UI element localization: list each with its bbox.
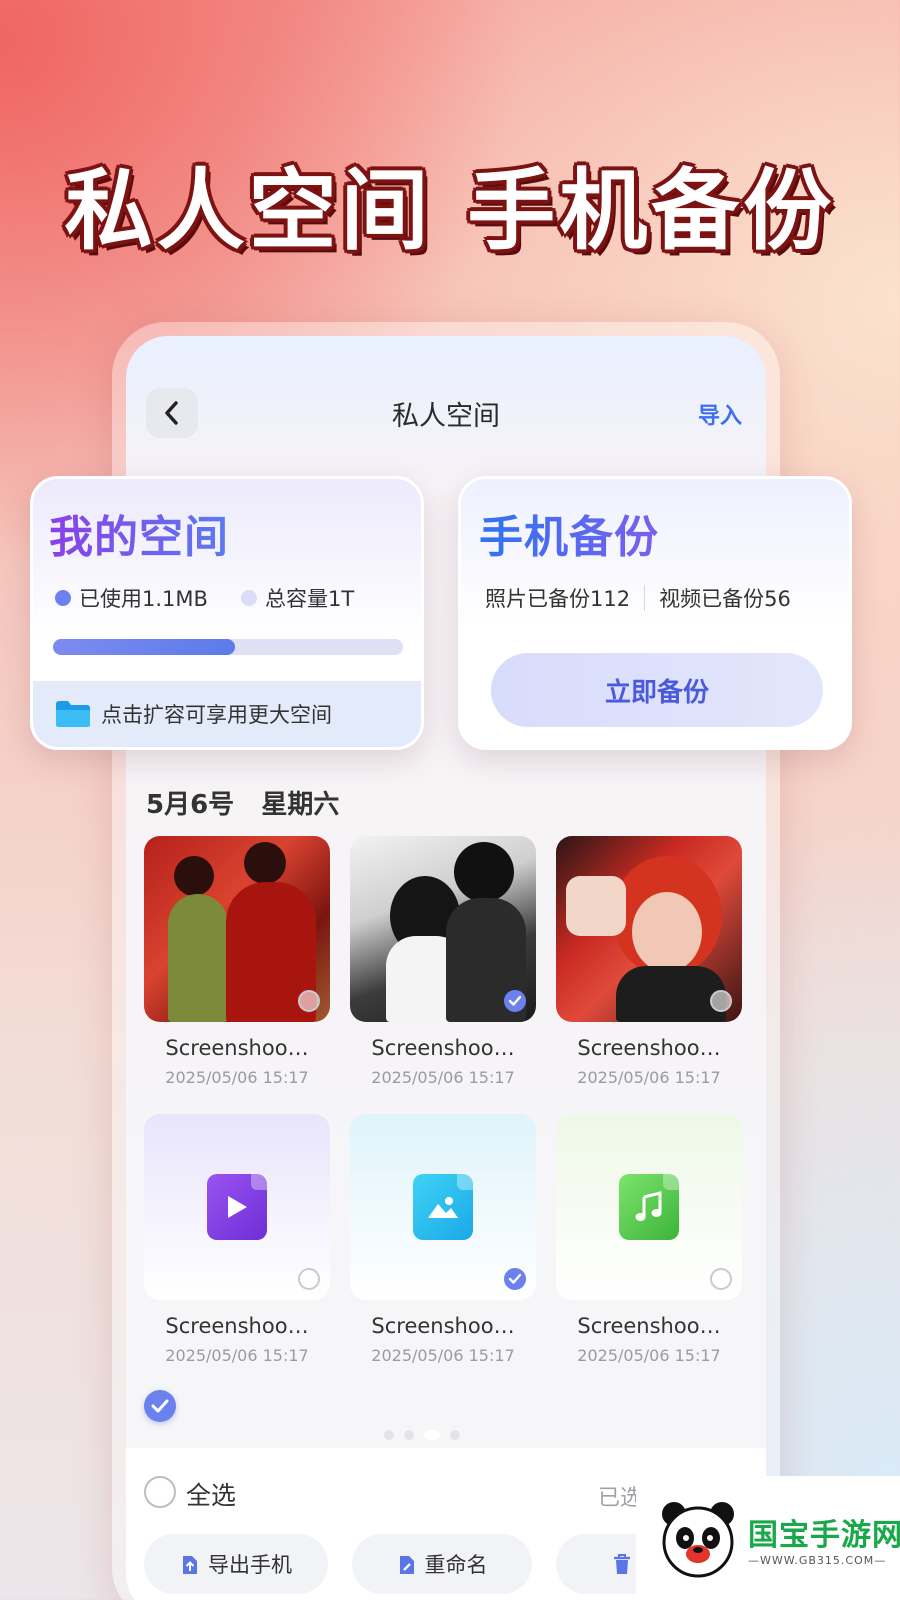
export-icon (183, 1556, 197, 1574)
audio-file-icon (619, 1174, 679, 1240)
rename-icon (399, 1556, 414, 1574)
select-checkbox[interactable] (710, 1268, 732, 1290)
phone-backup-card[interactable]: 手机备份 照片已备份112 视频已备份56 立即备份 (458, 476, 852, 750)
site-watermark: 国宝手游网 —WWW.GB315.COM— (636, 1476, 900, 1600)
folder-icon (55, 700, 91, 728)
total-dot (241, 590, 257, 606)
grid-item[interactable]: Screenshoo… 2025/05/06 15:17 (144, 1114, 330, 1365)
my-space-title: 我的空间 (49, 501, 229, 565)
file-thumbnail[interactable] (144, 1114, 330, 1300)
landscape-icon (428, 1197, 458, 1218)
expand-storage-link[interactable]: 点击扩容可享用更大空间 (33, 681, 421, 747)
panda-logo-icon (656, 1496, 740, 1580)
select-all-label[interactable]: 全选 (186, 1476, 236, 1512)
select-checkbox[interactable] (298, 990, 320, 1012)
rename-button[interactable]: 重命名 (352, 1534, 532, 1594)
select-checkbox[interactable] (710, 990, 732, 1012)
export-label: 导出手机 (208, 1553, 292, 1577)
item-name: Screenshoo… (577, 1314, 721, 1338)
date-header: 5月6号 星期六 (146, 790, 340, 820)
total-legend: 总容量1T (241, 583, 354, 613)
item-date: 2025/05/06 15:17 (165, 1068, 309, 1087)
page-dot (450, 1430, 460, 1440)
item-name: Screenshoo… (577, 1036, 721, 1060)
my-space-card[interactable]: 我的空间 已使用1.1MB 总容量1T 点击扩容可享用更大空间 (30, 476, 424, 750)
watermark-url: —WWW.GB315.COM— (748, 1553, 887, 1567)
total-label: 总容量1T (265, 587, 355, 611)
grid-item[interactable]: Screenshoo… 2025/05/06 15:17 (144, 836, 330, 1087)
select-checkbox[interactable] (504, 990, 526, 1012)
play-icon (228, 1196, 247, 1218)
item-date: 2025/05/06 15:17 (165, 1346, 309, 1365)
photo-thumbnail[interactable] (350, 836, 536, 1022)
videos-backed-up: 视频已备份56 (659, 587, 791, 611)
backup-stats: 照片已备份112 视频已备份56 (485, 583, 791, 613)
grid-item[interactable]: Screenshoo… 2025/05/06 15:17 (556, 836, 742, 1087)
grid-item[interactable]: Screenshoo… 2025/05/06 15:17 (556, 1114, 742, 1365)
item-name: Screenshoo… (165, 1314, 309, 1338)
item-date: 2025/05/06 15:17 (577, 1068, 721, 1087)
check-icon (508, 1273, 522, 1284)
export-button[interactable]: 导出手机 (144, 1534, 328, 1594)
grid-item[interactable]: Screenshoo… 2025/05/06 15:17 (350, 836, 536, 1087)
page-indicator (384, 1430, 460, 1440)
select-checkbox[interactable] (504, 1268, 526, 1290)
floating-check-button[interactable] (144, 1390, 176, 1422)
used-dot (55, 590, 71, 606)
file-thumbnail[interactable] (556, 1114, 742, 1300)
item-date: 2025/05/06 15:17 (577, 1346, 721, 1365)
page-dot-active (424, 1430, 440, 1440)
rename-label: 重命名 (424, 1553, 488, 1577)
photo-thumbnail[interactable] (144, 836, 330, 1022)
item-name: Screenshoo… (165, 1036, 309, 1060)
select-checkbox[interactable] (298, 1268, 320, 1290)
used-label: 已使用1.1MB (79, 587, 208, 611)
file-thumbnail[interactable] (350, 1114, 536, 1300)
page-title: 私人空间 (392, 401, 500, 432)
backup-now-button[interactable]: 立即备份 (491, 653, 823, 727)
item-date: 2025/05/06 15:17 (371, 1346, 515, 1365)
watermark-text: 国宝手游网 —WWW.GB315.COM— (748, 1510, 900, 1567)
promo-headline: 私人空间 手机备份 (64, 159, 836, 262)
storage-progress-fill (53, 639, 235, 655)
used-legend: 已使用1.1MB (55, 583, 208, 613)
watermark-name: 国宝手游网 (748, 1517, 900, 1553)
select-all-checkbox[interactable] (144, 1476, 176, 1508)
photos-backed-up: 照片已备份112 (485, 587, 631, 611)
grid-item[interactable]: Screenshoo… 2025/05/06 15:17 (350, 1114, 536, 1365)
import-button[interactable]: 导入 (698, 398, 742, 430)
check-icon (151, 1399, 169, 1413)
item-date: 2025/05/06 15:17 (371, 1068, 515, 1087)
image-file-icon (413, 1174, 473, 1240)
phone-backup-title: 手机备份 (479, 501, 659, 565)
storage-progress-bar (53, 639, 403, 655)
item-name: Screenshoo… (371, 1314, 515, 1338)
video-file-icon (207, 1174, 267, 1240)
delete-icon (614, 1554, 630, 1574)
photo-thumbnail[interactable] (556, 836, 742, 1022)
page-dot (404, 1430, 414, 1440)
check-icon (508, 995, 522, 1006)
stat-divider (644, 585, 646, 611)
page-dot (384, 1430, 394, 1440)
item-name: Screenshoo… (371, 1036, 515, 1060)
expand-storage-text: 点击扩容可享用更大空间 (101, 703, 332, 727)
music-note-icon (635, 1191, 662, 1221)
